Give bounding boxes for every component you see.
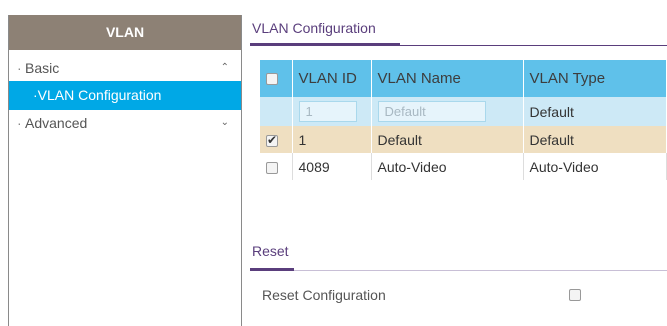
reset-configuration-label: Reset Configuration	[262, 287, 386, 303]
sidebar-item-label: Basic	[25, 60, 60, 76]
edit-row-type-cell: Default	[523, 97, 667, 126]
reset-section-title: Reset	[252, 243, 289, 259]
sidebar-title: VLAN	[9, 15, 241, 50]
table-row-edit: 1 Default Default	[260, 97, 667, 126]
section-header: VLAN Configuration	[250, 15, 667, 46]
reset-divider	[250, 270, 667, 271]
column-header-vlan-name[interactable]: VLAN Name	[371, 60, 524, 97]
sidebar-item-vlan-configuration[interactable]: ·VLAN Configuration	[9, 81, 241, 110]
edit-row-select-cell	[260, 97, 293, 126]
vlan-type-cell: Default	[523, 126, 667, 153]
chevron-up-icon: ⌃	[220, 62, 229, 73]
edit-row-name-cell: Default	[371, 97, 524, 126]
table-row[interactable]: 1 Default Default	[260, 126, 667, 153]
sidebar-item-label: Advanced	[25, 115, 88, 131]
select-all-cell	[260, 60, 293, 97]
vlan-name-cell: Default	[371, 126, 524, 153]
bullet-icon: ·	[17, 60, 22, 76]
vlan-id-cell: 1	[292, 126, 372, 153]
reset-underline	[250, 268, 294, 271]
section-title: VLAN Configuration	[252, 20, 376, 36]
vlan-table: VLAN ID VLAN Name VLAN Type 1 Default De…	[260, 60, 667, 180]
edit-row-id-cell: 1	[292, 97, 372, 126]
reset-configuration-checkbox[interactable]	[569, 289, 581, 301]
bullet-icon: ·	[17, 115, 22, 131]
sidebar-item-basic[interactable]: · Basic ⌃	[9, 56, 241, 80]
vlan-type-cell: Auto-Video	[523, 153, 667, 180]
section-underline	[250, 43, 400, 46]
select-all-checkbox[interactable]	[266, 73, 278, 86]
sidebar: VLAN · Basic ⌃ ·VLAN Configuration · Advan…	[8, 15, 242, 326]
reset-section-header: Reset	[250, 240, 667, 271]
table-header-row: VLAN ID VLAN Name VLAN Type	[260, 60, 667, 97]
main-content: VLAN Configuration VLAN ID VLAN Name VLA…	[250, 15, 667, 326]
vlan-name-cell: Auto-Video	[371, 153, 524, 180]
row-checkbox[interactable]	[266, 133, 278, 147]
sidebar-item-label: VLAN Configuration	[37, 87, 162, 103]
row-select-cell	[260, 126, 293, 153]
vlan-id-input[interactable]: 1	[298, 101, 357, 122]
table-row[interactable]: 4089 Auto-Video Auto-Video	[260, 153, 667, 180]
row-checkbox[interactable]	[266, 161, 278, 174]
vlan-name-input[interactable]: Default	[377, 101, 486, 122]
sidebar-item-advanced[interactable]: · Advanced ⌄	[9, 111, 241, 135]
vlan-id-cell: 4089	[292, 153, 372, 180]
reset-configuration-row: Reset Configuration	[262, 285, 667, 305]
column-header-vlan-id[interactable]: VLAN ID	[292, 60, 372, 97]
column-header-vlan-type[interactable]: VLAN Type	[523, 60, 667, 97]
chevron-down-icon: ⌄	[220, 117, 229, 128]
row-select-cell	[260, 153, 293, 180]
